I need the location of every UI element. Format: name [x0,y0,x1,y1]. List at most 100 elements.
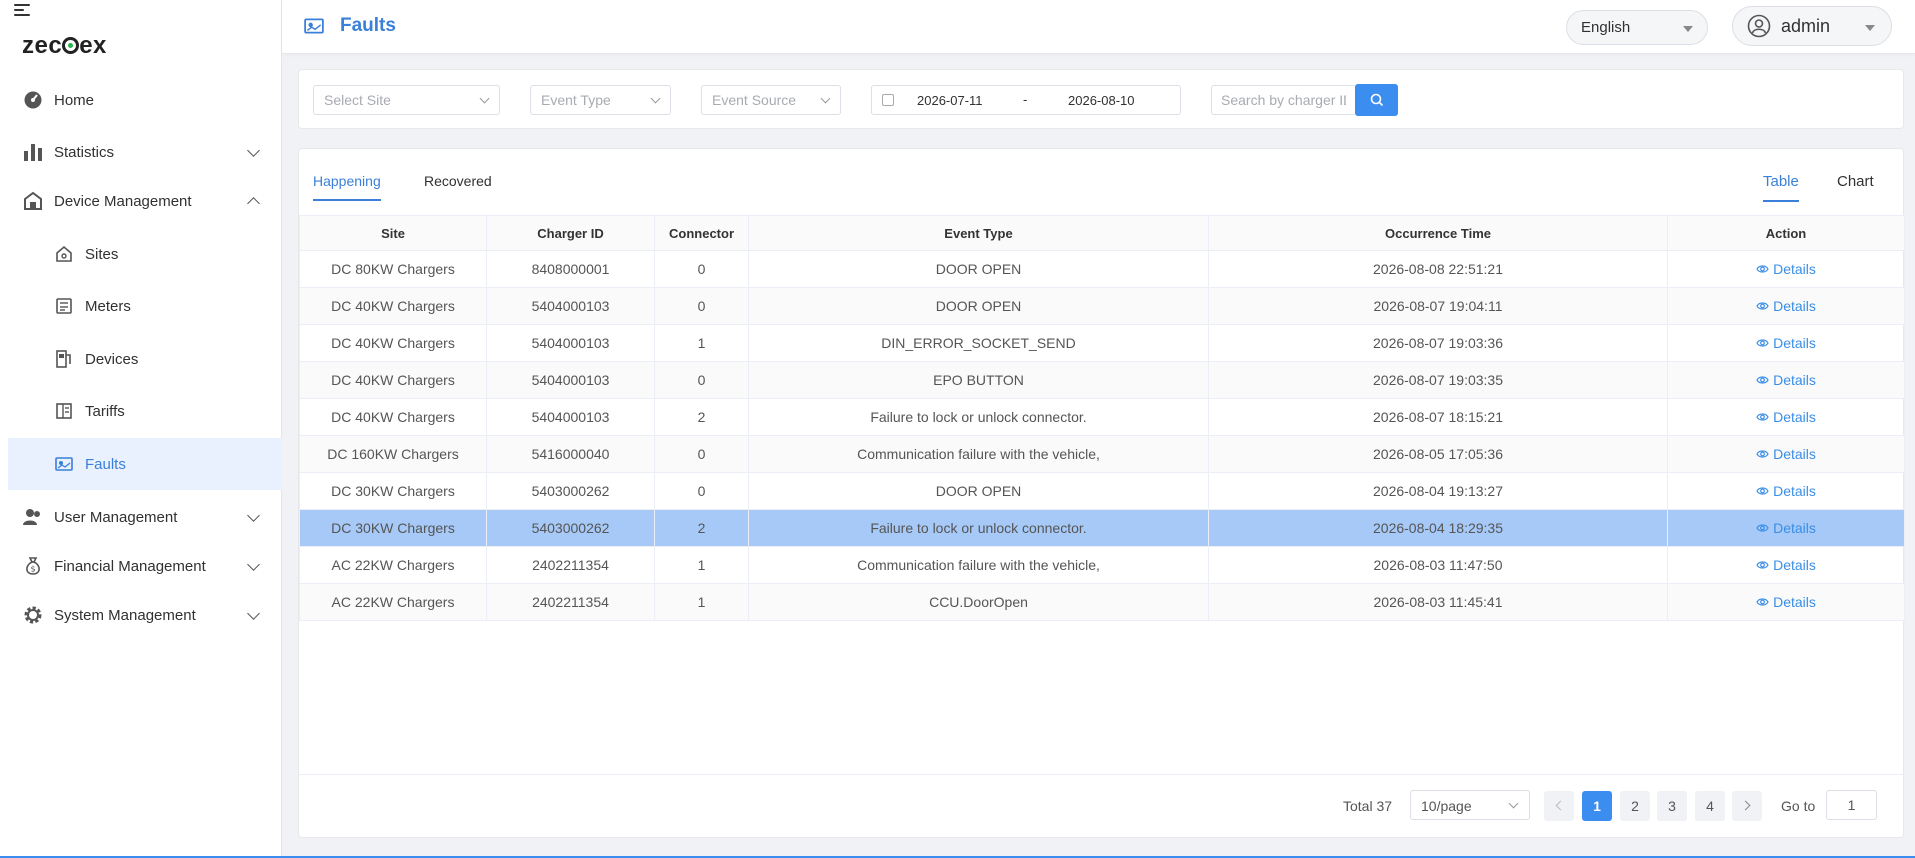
details-label: Details [1773,483,1816,499]
details-link[interactable]: Details [1756,594,1816,610]
table-row[interactable]: DC 40KW Chargers 5404000103 0 EPO BUTTON 202… [299,361,1905,399]
chevron-down-icon [1508,798,1519,809]
cell-site: DC 80KW Chargers [299,250,487,288]
cell-occurrence-time: 2026-08-05 17:05:36 [1208,435,1668,473]
tab-table-view[interactable]: Table [1763,173,1799,202]
details-label: Details [1773,261,1816,277]
details-link[interactable]: Details [1756,261,1816,277]
user-circle-icon [1747,14,1771,38]
event-type-select[interactable]: Event Type [530,85,671,115]
details-link[interactable]: Details [1756,557,1816,573]
cell-occurrence-time: 2026-08-07 19:03:35 [1208,361,1668,399]
details-link[interactable]: Details [1756,520,1816,536]
nav-meters[interactable]: Meters [8,280,282,332]
cell-occurrence-time: 2026-08-07 19:04:11 [1208,287,1668,325]
details-link[interactable]: Details [1756,372,1816,388]
cell-action: Details [1667,324,1905,362]
column-header-charger-id: Charger ID [486,215,655,251]
cell-action: Details [1667,472,1905,510]
page-size-select[interactable]: 10/page [1410,790,1530,820]
cell-event-type: DOOR OPEN [748,472,1209,510]
cell-action: Details [1667,250,1905,288]
date-range-picker[interactable]: 2026-07-11 - 2026-08-10 [871,85,1181,115]
page-button-2[interactable]: 2 [1620,791,1650,821]
nav-sites[interactable]: Sites [8,228,282,280]
chevron-down-icon [247,607,260,620]
cell-site: DC 30KW Chargers [299,472,487,510]
cell-event-type: Failure to lock or unlock connector. [748,398,1209,436]
eye-icon [1756,560,1769,570]
cell-site: DC 40KW Chargers [299,324,487,362]
chevron-down-icon [479,93,490,104]
date-separator: - [1023,92,1028,107]
details-link[interactable]: Details [1756,409,1816,425]
goto-label: Go to [1781,798,1816,814]
nav-faults[interactable]: Faults [8,438,282,490]
cell-charger-id: 5404000103 [486,398,655,436]
table-row[interactable]: AC 22KW Chargers 2402211354 1 CCU.DoorOpen 2… [299,583,1905,621]
cell-action: Details [1667,509,1905,547]
table-row[interactable]: DC 40KW Chargers 5404000103 1 DIN_ERROR_SOC… [299,324,1905,362]
nav-statistics-label: Statistics [54,143,115,161]
cell-site: DC 160KW Chargers [299,435,487,473]
nav-sites-label: Sites [85,245,119,263]
details-label: Details [1773,335,1816,351]
search-button[interactable] [1355,84,1398,116]
tab-recovered[interactable]: Recovered [424,173,492,199]
details-link[interactable]: Details [1756,298,1816,314]
details-link[interactable]: Details [1756,483,1816,499]
table-row[interactable]: DC 160KW Chargers 5416000040 0 Communicatio… [299,435,1905,473]
svg-text:$: $ [30,565,35,574]
table-row[interactable]: DC 30KW Chargers 5403000262 2 Failure to lo… [299,509,1905,547]
next-page-button[interactable] [1732,791,1762,821]
bar-chart-icon [22,141,44,163]
nav-system-management-label: System Management [54,606,196,624]
table-row[interactable]: DC 30KW Chargers 5403000262 0 DOOR OPEN 2026… [299,472,1905,510]
cell-connector: 1 [654,324,749,362]
nav-home[interactable]: Home [8,74,282,126]
site-select[interactable]: Select Site [313,85,500,115]
table-row[interactable]: DC 40KW Chargers 5404000103 2 Failure to lo… [299,398,1905,436]
nav-device-management[interactable]: Device Management [8,175,282,227]
cell-action: Details [1667,398,1905,436]
nav-device-management-label: Device Management [54,192,192,210]
page-button-1[interactable]: 1 [1582,791,1612,821]
prev-page-button[interactable] [1544,791,1574,821]
table-row[interactable]: AC 22KW Chargers 2402211354 1 Communication… [299,546,1905,584]
nav-user-management[interactable]: User Management [8,491,282,543]
language-select[interactable]: English [1566,10,1708,45]
cell-connector: 2 [654,398,749,436]
menu-toggle-icon[interactable] [14,2,34,20]
user-menu[interactable]: admin [1732,6,1892,46]
nav-financial-management[interactable]: $ Financial Management [8,540,282,592]
details-link[interactable]: Details [1756,446,1816,462]
nav-user-management-label: User Management [54,508,178,526]
cell-charger-id: 2402211354 [486,583,655,621]
goto-page-input[interactable] [1826,790,1877,820]
event-source-placeholder: Event Source [712,92,797,108]
cell-charger-id: 5403000262 [486,509,655,547]
nav-tariffs-label: Tariffs [85,402,125,420]
tab-chart-view[interactable]: Chart [1837,173,1874,200]
cell-site: AC 22KW Chargers [299,546,487,584]
details-label: Details [1773,520,1816,536]
nav-devices[interactable]: Devices [8,333,282,385]
cell-charger-id: 5404000103 [486,287,655,325]
event-source-select[interactable]: Event Source [701,85,841,115]
cell-connector: 0 [654,435,749,473]
fault-icon [304,16,324,41]
nav-tariffs[interactable]: Tariffs [8,385,282,437]
nav-system-management[interactable]: System Management [8,589,282,641]
table-row[interactable]: DC 40KW Chargers 5404000103 0 DOOR OPEN 2026… [299,287,1905,325]
details-link[interactable]: Details [1756,335,1816,351]
tab-happening[interactable]: Happening [313,173,381,201]
nav-meters-label: Meters [85,297,131,315]
table-row[interactable]: DC 80KW Chargers 8408000001 0 DOOR OPEN 2026… [299,250,1905,288]
page-button-4[interactable]: 4 [1695,791,1725,821]
charger-search-input[interactable] [1211,85,1355,115]
logo: zec ex [22,32,107,59]
cell-event-type: CCU.DoorOpen [748,583,1209,621]
nav-statistics[interactable]: Statistics [8,126,282,178]
page-button-3[interactable]: 3 [1657,791,1687,821]
cell-occurrence-time: 2026-08-07 18:15:21 [1208,398,1668,436]
